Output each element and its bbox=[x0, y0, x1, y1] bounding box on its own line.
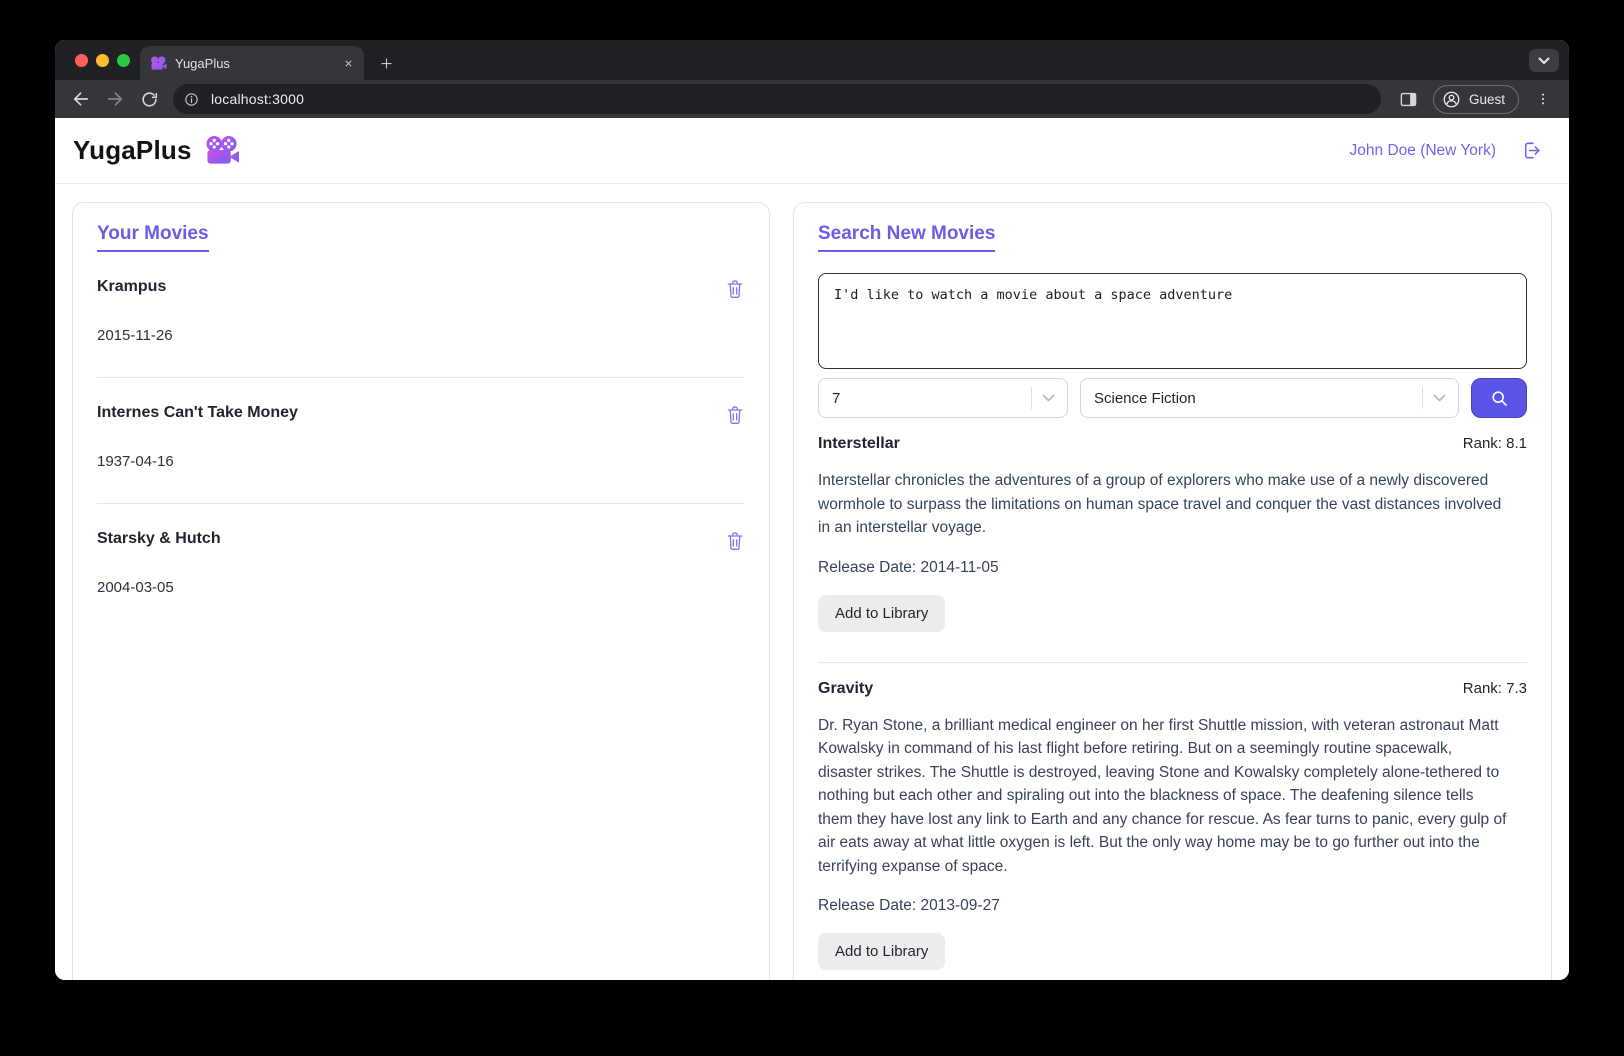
main-content: Your Movies Krampus bbox=[55, 184, 1569, 980]
tab-close-icon[interactable] bbox=[343, 58, 354, 69]
brand: YugaPlus bbox=[73, 135, 240, 166]
list-item: Internes Can't Take Money 1937-04-16 bbox=[97, 404, 745, 504]
result-description: Interstellar chronicles the adventures o… bbox=[818, 469, 1508, 540]
result-divider bbox=[818, 662, 1527, 663]
add-to-library-button[interactable]: Add to Library bbox=[818, 933, 945, 970]
reload-icon[interactable] bbox=[133, 83, 165, 115]
close-window-button[interactable] bbox=[75, 54, 88, 67]
app-page: YugaPlus bbox=[55, 118, 1569, 980]
result-rank: Rank: 8.1 bbox=[1463, 435, 1527, 452]
site-info-icon[interactable] bbox=[179, 87, 203, 111]
select-separator bbox=[1031, 387, 1032, 409]
result-release-date: Release Date: 2013-09-27 bbox=[818, 897, 1527, 915]
chevron-down-icon bbox=[1433, 394, 1446, 402]
movie-date: 2015-11-26 bbox=[97, 327, 745, 344]
tab-title: YugaPlus bbox=[175, 56, 335, 71]
tab-search-chevron-icon[interactable] bbox=[1529, 49, 1559, 72]
user-name: John Doe (New York) bbox=[1350, 142, 1496, 160]
genre-select[interactable]: Science Fiction bbox=[1080, 378, 1459, 418]
app-title: YugaPlus bbox=[73, 135, 192, 166]
chevron-down-icon bbox=[1042, 394, 1055, 402]
tab-strip: YugaPlus bbox=[55, 40, 1569, 80]
delete-movie-trash-icon[interactable] bbox=[725, 404, 745, 426]
your-movies-panel: Your Movies Krampus bbox=[72, 202, 770, 980]
browser-window: YugaPlus bbox=[55, 40, 1569, 980]
your-movies-title: Your Movies bbox=[97, 223, 209, 252]
result-title: Gravity bbox=[818, 680, 873, 698]
result-description: Dr. Ryan Stone, a brilliant medical engi… bbox=[818, 714, 1508, 879]
delete-movie-trash-icon[interactable] bbox=[725, 530, 745, 552]
list-item: Krampus 2015-11-26 bbox=[97, 278, 745, 378]
search-button[interactable] bbox=[1471, 378, 1527, 418]
browser-menu-kebab-icon[interactable] bbox=[1527, 83, 1559, 115]
movie-date: 1937-04-16 bbox=[97, 453, 745, 470]
movie-title: Starsky & Hutch bbox=[97, 530, 221, 548]
logout-icon[interactable] bbox=[1520, 139, 1543, 162]
browser-tab[interactable]: YugaPlus bbox=[140, 46, 364, 80]
search-result: Interstellar Rank: 8.1 Interstellar chro… bbox=[818, 435, 1527, 663]
genre-select-value: Science Fiction bbox=[1094, 390, 1422, 407]
movie-camera-logo-icon bbox=[204, 135, 240, 166]
screen: YugaPlus bbox=[0, 0, 1624, 1056]
minimize-window-button[interactable] bbox=[96, 54, 109, 67]
new-tab-button[interactable] bbox=[372, 49, 400, 77]
profile-button[interactable]: Guest bbox=[1433, 85, 1519, 114]
url-text: localhost:3000 bbox=[211, 91, 304, 107]
movie-title: Internes Can't Take Money bbox=[97, 404, 298, 422]
result-release-date: Release Date: 2014-11-05 bbox=[818, 559, 1527, 577]
back-icon[interactable] bbox=[65, 83, 97, 115]
side-panel-icon[interactable] bbox=[1393, 83, 1425, 115]
search-icon bbox=[1489, 388, 1510, 409]
search-title: Search New Movies bbox=[818, 223, 995, 252]
list-item: Starsky & Hutch 2004-03-05 bbox=[97, 530, 745, 596]
rank-select[interactable]: 7 bbox=[818, 378, 1068, 418]
forward-icon[interactable] bbox=[99, 83, 131, 115]
search-query-input[interactable]: I'd like to watch a movie about a space … bbox=[818, 273, 1527, 369]
delete-movie-trash-icon[interactable] bbox=[725, 278, 745, 300]
zoom-window-button[interactable] bbox=[117, 54, 130, 67]
result-title: Interstellar bbox=[818, 435, 900, 453]
search-controls: 7 Science Fiction bbox=[818, 378, 1527, 418]
rank-select-value: 7 bbox=[832, 390, 1031, 407]
tab-favicon-movie-camera-icon bbox=[150, 56, 167, 71]
user-box: John Doe (New York) bbox=[1350, 139, 1543, 162]
browser-toolbar: localhost:3000 Guest bbox=[55, 80, 1569, 118]
url-bar[interactable]: localhost:3000 bbox=[173, 84, 1381, 114]
app-header: YugaPlus bbox=[55, 118, 1569, 184]
add-to-library-button[interactable]: Add to Library bbox=[818, 595, 945, 632]
search-panel: Search New Movies I'd like to watch a mo… bbox=[793, 202, 1552, 980]
search-result: Gravity Rank: 7.3 Dr. Ryan Stone, a bril… bbox=[818, 680, 1527, 981]
result-rank: Rank: 7.3 bbox=[1463, 680, 1527, 697]
divider bbox=[97, 377, 745, 378]
traffic-lights bbox=[75, 54, 130, 67]
select-separator bbox=[1422, 387, 1423, 409]
avatar-icon bbox=[1441, 89, 1462, 110]
divider bbox=[97, 503, 745, 504]
movie-date: 2004-03-05 bbox=[97, 579, 745, 596]
profile-name: Guest bbox=[1469, 92, 1505, 107]
movie-title: Krampus bbox=[97, 278, 166, 296]
